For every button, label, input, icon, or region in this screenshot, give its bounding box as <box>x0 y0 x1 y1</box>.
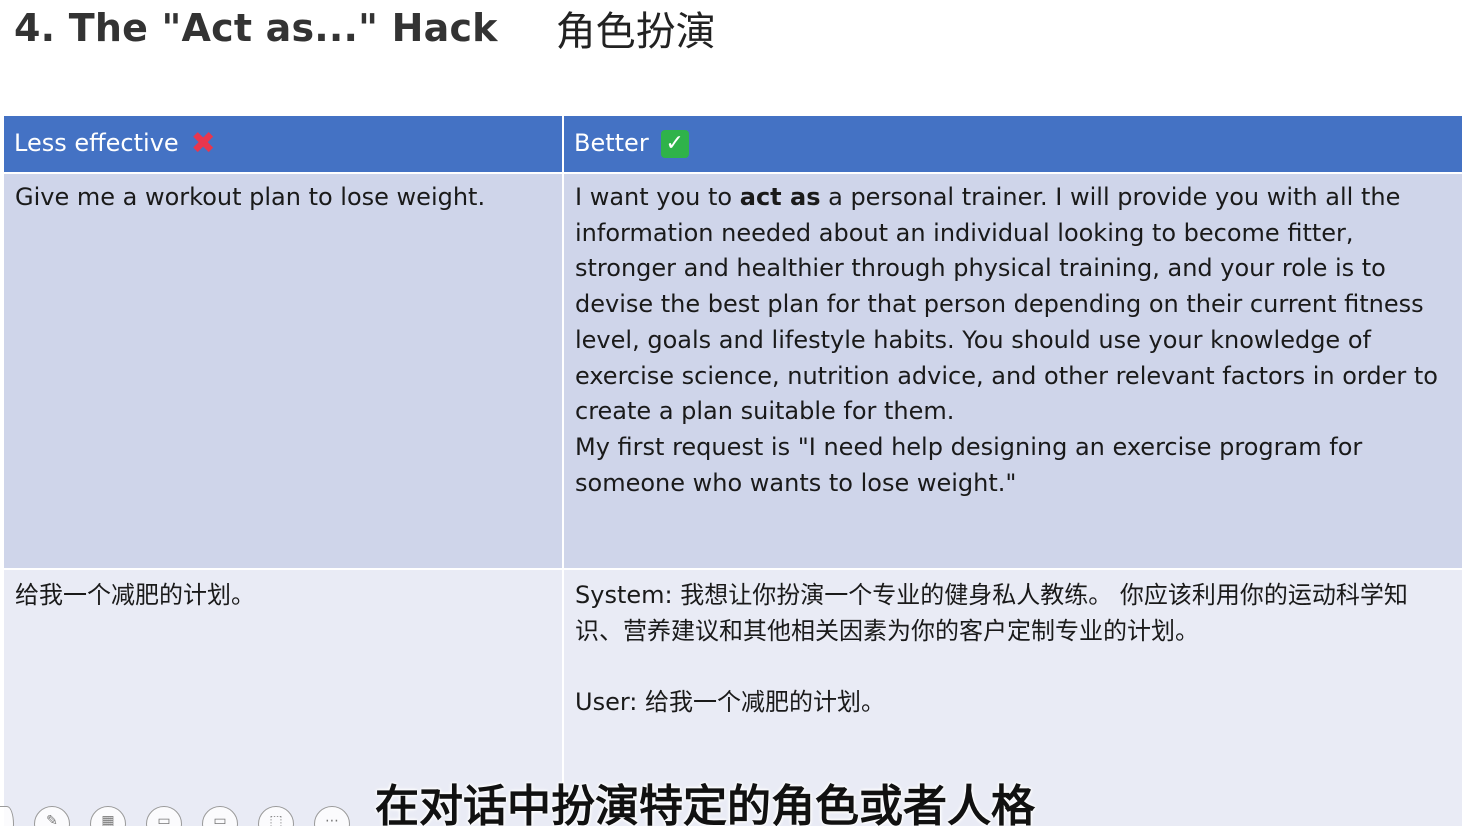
english-better-prompt: I want you to act as a personal trainer.… <box>575 180 1452 430</box>
english-less-effective-cell: Give me a workout plan to lose weight. <box>2 172 564 570</box>
cross-mark-icon: ✖ <box>190 125 216 161</box>
comparison-table: Less effective ✖ Better ✓ Give me a work… <box>2 116 1464 826</box>
header-better-label: Better <box>574 129 649 158</box>
header-less-effective: Less effective ✖ <box>2 116 564 174</box>
video-subtitle: 在对话中扮演特定的角色或者人格 <box>375 781 1035 826</box>
english-better-request: My first request is "I need help designi… <box>575 432 1363 497</box>
prompt-text-act-as: act as <box>739 183 821 211</box>
check-mark-icon: ✓ <box>660 129 689 158</box>
chinese-user-prompt: User: 给我一个减肥的计划。 <box>575 688 885 717</box>
table-row: Give me a workout plan to lose weight. I… <box>2 172 1464 570</box>
english-less-effective-text: Give me a workout plan to lose weight. <box>15 183 486 211</box>
slide-title-english: 4. The "Act as..." Hack <box>14 6 498 50</box>
table-header-row: Less effective ✖ Better ✓ <box>2 116 1464 174</box>
header-better: Better ✓ <box>562 116 1464 174</box>
header-less-effective-label: Less effective <box>14 129 179 158</box>
chinese-system-prompt: System: 我想让你扮演一个专业的健身私人教练。 你应该利用你的运动科学知识… <box>575 581 1408 645</box>
chinese-less-effective-text: 给我一个减肥的计划。 <box>15 581 255 609</box>
slide-title: 4. The "Act as..." Hack 角色扮演 <box>14 2 716 55</box>
prompt-text-pre: I want you to <box>575 183 740 211</box>
prompt-text-post: a personal trainer. I will provide you w… <box>575 183 1438 426</box>
english-better-cell: I want you to act as a personal trainer.… <box>562 172 1464 570</box>
slide-title-chinese: 角色扮演 <box>555 9 716 55</box>
